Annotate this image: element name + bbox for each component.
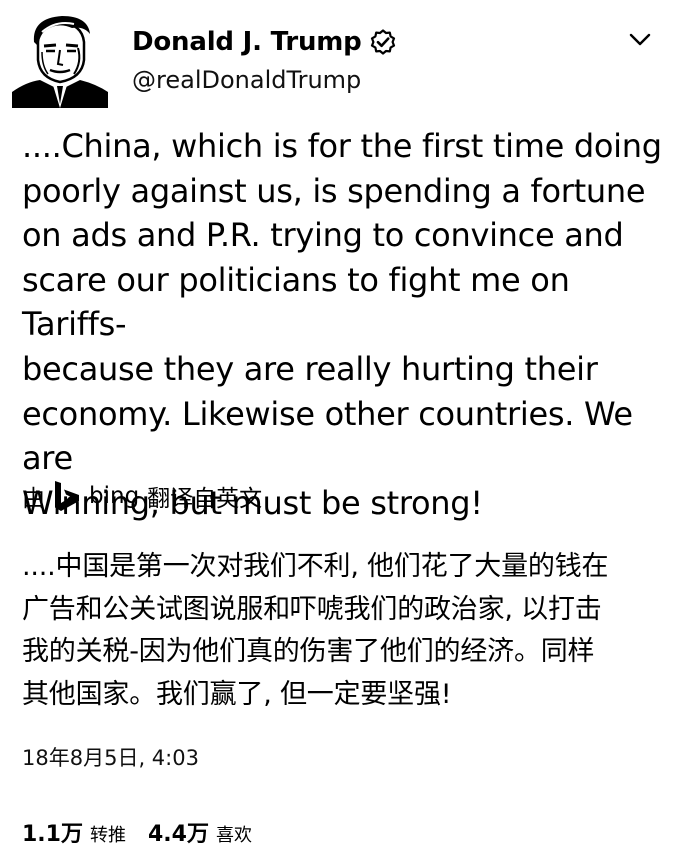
chevron-down-icon[interactable]: [628, 30, 652, 50]
likes-label: 喜欢: [215, 825, 252, 846]
author-name-row: Donald J. Trump: [132, 24, 396, 60]
tweet-card: Donald J. Trump @realDonaldTrump ....Chi…: [0, 0, 690, 856]
avatar-portrait-icon: [12, 12, 108, 108]
verified-badge-icon: [370, 29, 396, 55]
likes-stat[interactable]: 4.4万 喜欢: [148, 816, 252, 848]
tweet-timestamp[interactable]: 18年8月5日, 4:03: [22, 742, 199, 772]
retweets-count: 1.1万: [22, 822, 83, 847]
tweet-stats: 1.1万 转推 4.4万 喜欢: [22, 816, 252, 848]
likes-count: 4.4万: [147, 822, 209, 847]
translation-prefix: 由: [22, 486, 45, 512]
bing-logo-icon: [53, 479, 81, 513]
translation-provider: bing: [89, 483, 140, 509]
author-display-name[interactable]: Donald J. Trump: [132, 27, 362, 57]
tweet-text: ....China, which is for the first time d…: [22, 127, 662, 522]
author-handle[interactable]: @realDonaldTrump: [132, 66, 361, 94]
retweets-stat[interactable]: 1.1万 转推: [22, 816, 126, 848]
retweets-label: 转推: [89, 825, 126, 846]
translation-attribution[interactable]: 由 bing 翻译自英文: [22, 476, 262, 516]
avatar[interactable]: [12, 12, 108, 108]
translated-tweet-text: ....中国是第一次对我们不利, 他们花了大量的钱在 广告和公关试图说服和吓唬我…: [22, 551, 609, 710]
translation-suffix: 翻译自英文: [147, 486, 263, 512]
